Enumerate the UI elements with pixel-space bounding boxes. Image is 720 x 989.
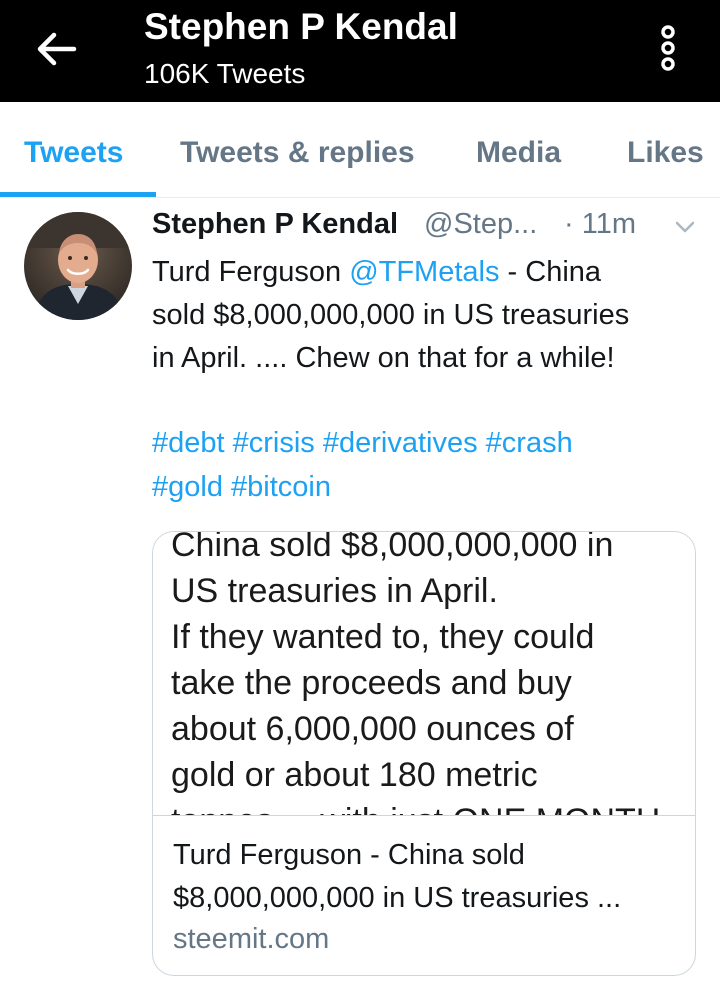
card-image-text: China sold $8,000,000,000 in US treasuri… (171, 532, 691, 815)
tweet-header: Stephen P Kendal @Step... · 11m (152, 208, 712, 248)
card-image-line: about 6,000,000 ounces of (171, 710, 574, 748)
card-image: China sold $8,000,000,000 in US treasuri… (153, 532, 695, 816)
card-title-line2: $8,000,000,000 in US treasuries ... (173, 882, 622, 914)
tab-likes[interactable]: Likes (627, 136, 704, 170)
card-domain: steemit.com (173, 923, 330, 955)
mention-link[interactable]: @TFMetals (349, 256, 499, 288)
card-title-line1: Turd Ferguson - China sold (173, 839, 525, 871)
card-image-line: US treasuries in April. (171, 572, 498, 610)
card-image-line: China sold $8,000,000,000 in (171, 532, 614, 564)
profile-header: Stephen P Kendal 106K Tweets (0, 0, 720, 102)
author-name[interactable]: Stephen P Kendal (152, 208, 398, 241)
hashtags-line2[interactable]: #gold #bitcoin (152, 465, 702, 509)
arrow-left-icon (37, 32, 77, 66)
card-image-line: gold or about 180 metric (171, 756, 538, 794)
link-preview-card[interactable]: China sold $8,000,000,000 in US treasuri… (152, 531, 696, 976)
profile-photo (24, 212, 132, 320)
tab-media[interactable]: Media (476, 136, 561, 170)
card-image-line: take the proceeds and buy (171, 664, 572, 702)
tweet-count: 106K Tweets (144, 58, 306, 89)
card-title: Turd Ferguson - China sold $8,000,000,00… (173, 834, 683, 920)
chevron-down-icon[interactable] (674, 220, 696, 234)
back-button[interactable] (34, 26, 80, 72)
tweet-timestamp[interactable]: · 11m (564, 208, 636, 241)
tweet-hashtags[interactable]: #debt #crisis #derivatives #crash #gold … (152, 421, 702, 509)
profile-tabs: Tweets Tweets & replies Media Likes (0, 102, 720, 198)
card-image-line: tonnes ... with just ONE MONTH (171, 798, 691, 815)
tweet-text-line1-suffix: - China (499, 256, 602, 288)
more-options-button[interactable] (654, 22, 682, 74)
avatar[interactable] (24, 212, 132, 320)
active-tab-indicator (0, 192, 156, 197)
tab-tweets-and-replies[interactable]: Tweets & replies (180, 136, 415, 170)
profile-name-title: Stephen P Kendal (144, 6, 458, 47)
author-handle[interactable]: @Step... (424, 208, 537, 241)
more-vertical-icon (661, 25, 675, 71)
tweet-text-line3: in April. .... Chew on that for a while! (152, 342, 615, 374)
tweet-text: Turd Ferguson @TFMetals - China sold $8,… (152, 251, 702, 380)
tab-tweets[interactable]: Tweets (24, 136, 123, 170)
card-image-line: If they wanted to, they could (171, 618, 595, 656)
hashtags-line1[interactable]: #debt #crisis #derivatives #crash (152, 421, 702, 465)
tweet-text-line2: sold $8,000,000,000 in US treasuries (152, 299, 630, 331)
tweet-text-prefix: Turd Ferguson (152, 256, 350, 288)
